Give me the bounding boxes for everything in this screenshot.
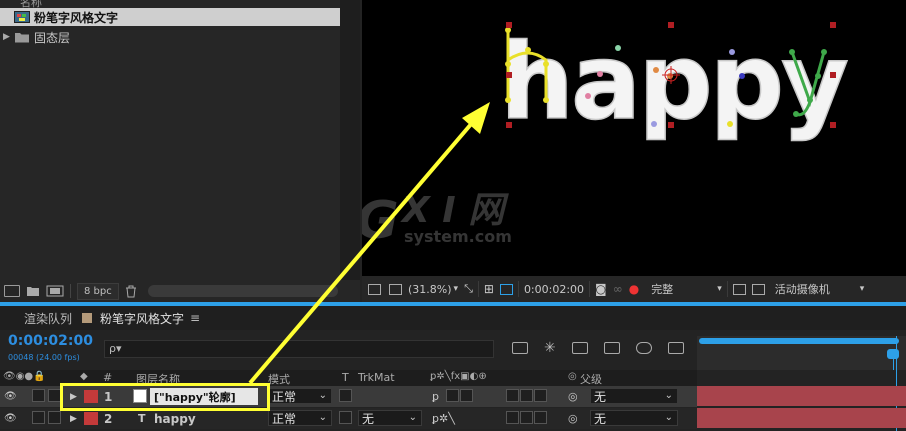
annotation-arrow: [248, 102, 490, 385]
